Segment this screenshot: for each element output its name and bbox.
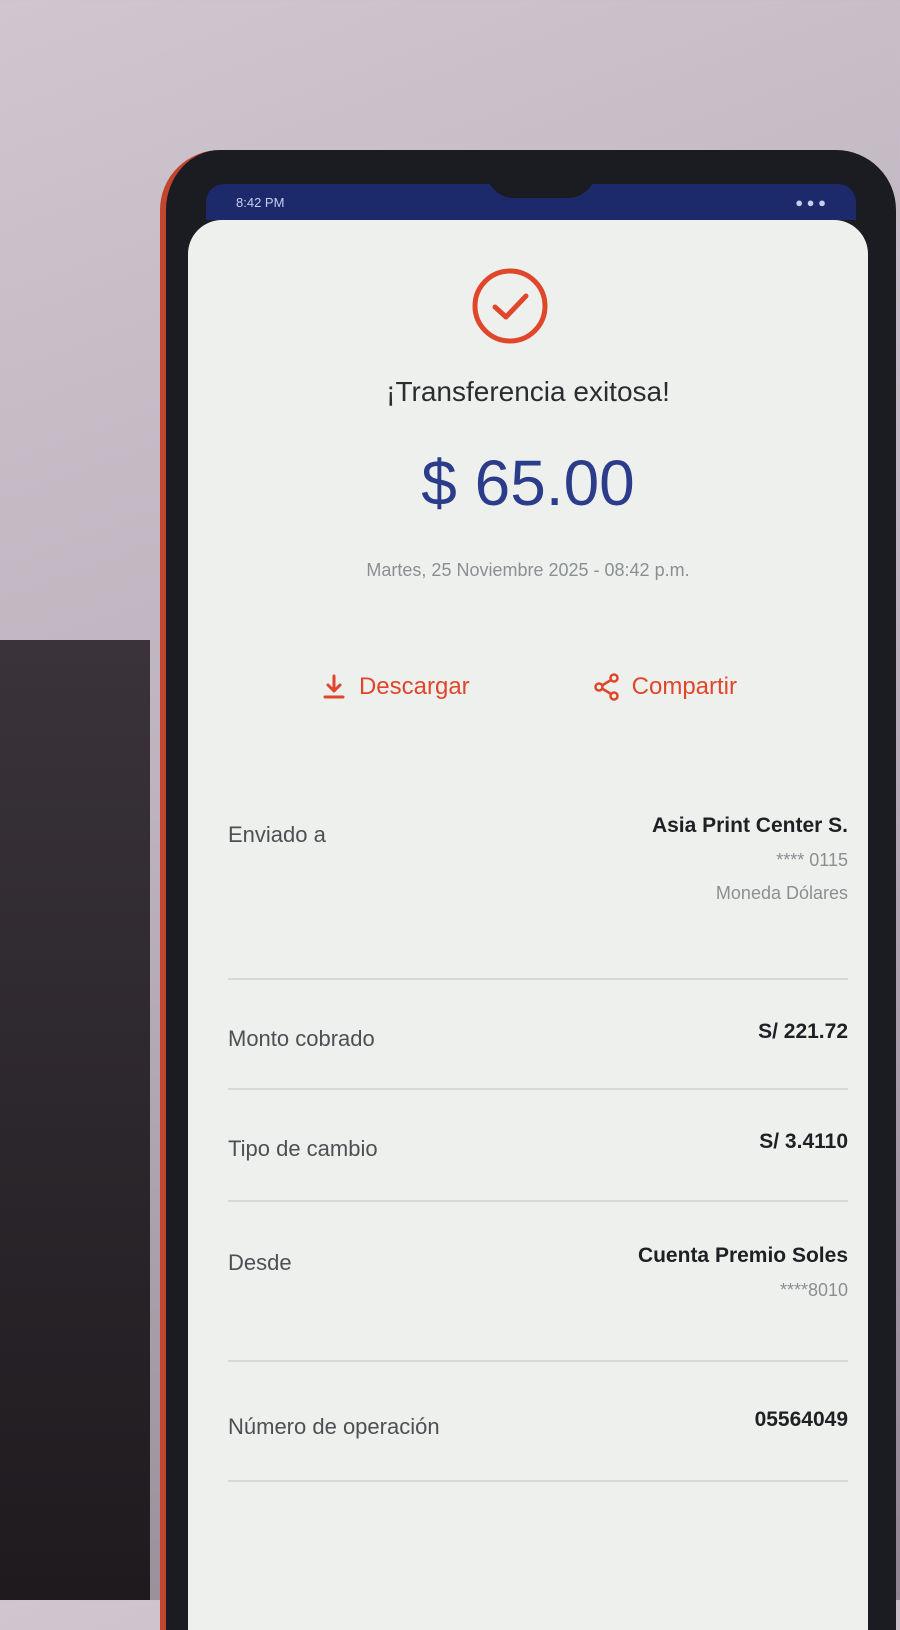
detail-value: Cuenta Premio Soles ****8010	[638, 1238, 848, 1301]
source-account-name: Cuenta Premio Soles	[637, 1244, 848, 1267]
detail-label: Tipo de cambio	[228, 1136, 378, 1161]
download-label: Descargar	[358, 673, 470, 700]
transfer-amount: $ 65.00	[421, 447, 635, 519]
recipient-currency: Moneda Dólares	[715, 883, 848, 903]
transfer-date: Martes, 25 Noviembre 2025 - 08:42 p.m.	[366, 560, 690, 580]
check-circle-icon	[472, 268, 548, 344]
phone-frame: 8:42 PM ● ● ● ¡Transferencia exitosa! $ …	[160, 150, 896, 1630]
source-account-number: ****8010	[779, 1280, 848, 1300]
transfer-details: Enviado a Asia Print Center S. **** 0115…	[228, 810, 848, 1482]
detail-row-amount-charged: Monto cobrado S/ 221.72	[228, 980, 848, 1090]
receipt-screen: ¡Transferencia exitosa! $ 65.00 Martes, …	[188, 220, 868, 1630]
success-title: ¡Transferencia exitosa!	[386, 376, 670, 407]
detail-value: S/ 221.72	[758, 1020, 848, 1043]
recipient-account: **** 0115	[776, 850, 848, 870]
detail-label: Desde	[228, 1250, 292, 1275]
camera-notch	[486, 170, 596, 198]
status-time: 8:42 PM	[236, 194, 285, 210]
download-icon	[323, 674, 345, 699]
receipt-actions: Descargar Compartir	[188, 672, 868, 702]
detail-row-exchange-rate: Tipo de cambio S/ 3.4110	[228, 1090, 848, 1202]
detail-label: Monto cobrado	[228, 1026, 375, 1051]
detail-value: Asia Print Center S. **** 0115 Moneda Dó…	[652, 810, 848, 904]
download-button[interactable]: Descargar	[319, 672, 470, 702]
share-icon	[593, 673, 619, 701]
detail-value: 05564049	[754, 1408, 848, 1431]
detail-row-from: Desde Cuenta Premio Soles ****8010	[228, 1202, 848, 1362]
background-surface	[0, 640, 150, 1600]
detail-row-operation-number: Número de operación 05564049	[228, 1362, 848, 1482]
detail-value: S/ 3.4110	[759, 1130, 848, 1153]
detail-label: Número de operación	[228, 1414, 440, 1439]
detail-row-sent-to: Enviado a Asia Print Center S. **** 0115…	[228, 810, 848, 980]
detail-label: Enviado a	[228, 822, 326, 847]
share-button[interactable]: Compartir	[592, 672, 737, 702]
status-icons: ● ● ●	[795, 194, 826, 210]
recipient-name: Asia Print Center S.	[651, 814, 848, 837]
share-label: Compartir	[631, 673, 737, 700]
